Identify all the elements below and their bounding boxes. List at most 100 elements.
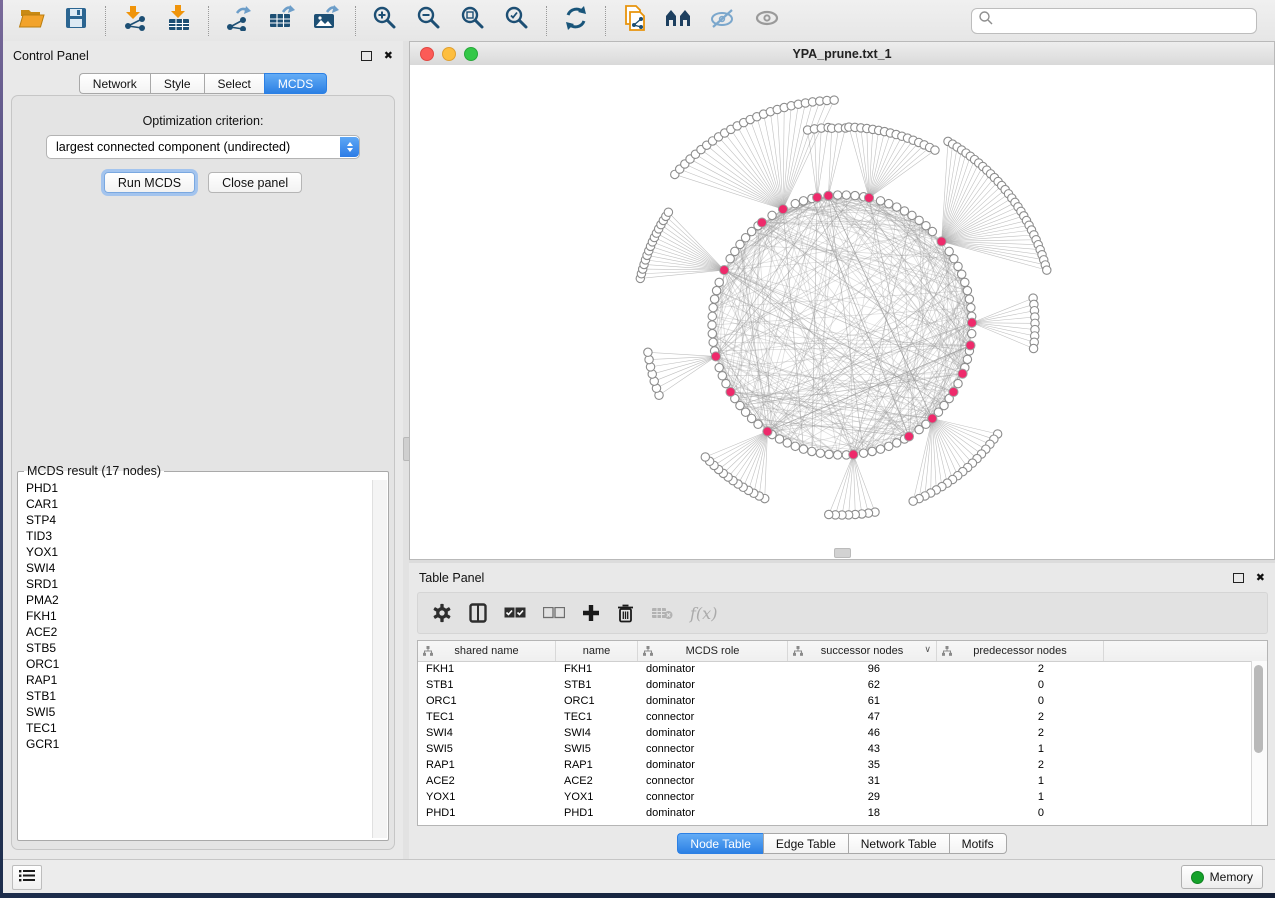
network-node[interactable] <box>708 312 716 320</box>
network-node[interactable] <box>957 270 965 278</box>
mcds-result-item[interactable]: TID3 <box>19 528 373 544</box>
network-node[interactable] <box>963 286 971 294</box>
network-node[interactable] <box>931 146 939 154</box>
network-node[interactable] <box>967 303 975 311</box>
mcds-result-item[interactable]: PMA2 <box>19 592 373 608</box>
network-node[interactable] <box>885 442 893 450</box>
column-header-MCDS-role[interactable]: MCDS role <box>638 641 788 661</box>
zoom-fit-button[interactable] <box>457 6 489 36</box>
network-node[interactable] <box>1029 344 1037 352</box>
mcds-result-item[interactable]: ACE2 <box>19 624 373 640</box>
table-tab-motifs[interactable]: Motifs <box>949 833 1007 854</box>
network-node[interactable] <box>876 445 884 453</box>
network-node[interactable] <box>842 191 850 199</box>
mcds-result-item[interactable]: RAP1 <box>19 672 373 688</box>
save-session-button[interactable] <box>60 6 92 36</box>
network-node[interactable] <box>961 278 969 286</box>
tab-mcds[interactable]: MCDS <box>264 73 327 94</box>
mcds-node[interactable] <box>949 387 958 396</box>
network-node[interactable] <box>712 286 720 294</box>
close-panel-icon[interactable]: ✖ <box>1256 573 1265 584</box>
table-row[interactable]: STB1STB1dominator620 <box>418 677 1252 693</box>
mcds-node[interactable] <box>864 193 873 202</box>
mcds-result-list[interactable]: PHD1CAR1STP4TID3YOX1SWI4SRD1PMA2FKH1ACE2… <box>19 480 373 838</box>
network-node[interactable] <box>885 199 893 207</box>
mcds-result-item[interactable]: FKH1 <box>19 608 373 624</box>
network-node[interactable] <box>715 278 723 286</box>
network-node[interactable] <box>928 227 936 235</box>
network-node[interactable] <box>900 207 908 215</box>
table-row[interactable]: ACE2ACE2connector311 <box>418 773 1252 789</box>
mcds-node[interactable] <box>813 193 822 202</box>
show-columns-icon[interactable] <box>469 603 487 623</box>
network-node[interactable] <box>1043 266 1051 274</box>
mcds-result-item[interactable]: STB1 <box>19 688 373 704</box>
float-panel-icon[interactable] <box>361 51 372 61</box>
task-history-button[interactable] <box>12 865 42 890</box>
mcds-result-item[interactable]: STB5 <box>19 640 373 656</box>
mcds-result-item[interactable]: CAR1 <box>19 496 373 512</box>
network-node[interactable] <box>708 329 716 337</box>
export-table-button[interactable] <box>266 6 298 36</box>
network-node[interactable] <box>825 510 833 518</box>
table-row[interactable]: PHD1PHD1dominator180 <box>418 805 1252 821</box>
search-input[interactable] <box>994 13 1250 29</box>
network-node[interactable] <box>808 447 816 455</box>
mcds-node[interactable] <box>928 414 937 423</box>
deselect-all-checkbox-icon[interactable] <box>543 607 565 619</box>
network-node[interactable] <box>709 338 717 346</box>
network-node[interactable] <box>825 450 833 458</box>
mcds-node[interactable] <box>967 318 976 327</box>
zoom-out-button[interactable] <box>413 6 445 36</box>
zoom-in-button[interactable] <box>369 6 401 36</box>
network-node[interactable] <box>715 363 723 371</box>
mcds-node[interactable] <box>763 427 772 436</box>
network-node[interactable] <box>791 199 799 207</box>
network-node[interactable] <box>768 211 776 219</box>
zoom-selected-button[interactable] <box>501 6 533 36</box>
add-row-icon[interactable] <box>582 604 600 622</box>
table-tab-node-table[interactable]: Node Table <box>677 833 763 854</box>
mcds-node[interactable] <box>711 352 720 361</box>
table-row[interactable]: SWI4SWI4dominator462 <box>418 725 1252 741</box>
network-node[interactable] <box>963 355 971 363</box>
network-node[interactable] <box>915 425 923 433</box>
network-node[interactable] <box>664 208 672 216</box>
network-node[interactable] <box>954 262 962 270</box>
table-tab-edge-table[interactable]: Edge Table <box>763 833 848 854</box>
show-all-button[interactable] <box>751 6 783 36</box>
network-titlebar[interactable]: YPA_prune.txt_1 <box>410 42 1274 66</box>
first-neighbors-button[interactable] <box>663 6 695 36</box>
tab-network[interactable]: Network <box>79 73 150 94</box>
mcds-node[interactable] <box>966 341 975 350</box>
delete-row-icon[interactable] <box>617 603 634 623</box>
tab-select[interactable]: Select <box>204 73 264 94</box>
criterion-dropdown[interactable]: largest connected component (undirected) <box>46 135 360 159</box>
float-panel-icon[interactable] <box>1233 573 1244 583</box>
network-node[interactable] <box>954 379 962 387</box>
network-node[interactable] <box>968 329 976 337</box>
import-table-button[interactable] <box>163 6 195 36</box>
table-row[interactable]: FKH1FKH1dominator962 <box>418 661 1252 677</box>
tab-style[interactable]: Style <box>150 73 204 94</box>
network-node[interactable] <box>833 191 841 199</box>
column-header-shared-name[interactable]: shared name <box>418 641 556 661</box>
mcds-node[interactable] <box>778 205 787 214</box>
network-node[interactable] <box>859 449 867 457</box>
network-node[interactable] <box>830 96 838 104</box>
close-panel-button[interactable]: Close panel <box>208 172 302 193</box>
column-header-successor-nodes[interactable]: successor nodes∨ <box>788 641 937 661</box>
table-row[interactable]: TEC1TEC1connector472 <box>418 709 1252 725</box>
mcds-node[interactable] <box>904 432 913 441</box>
table-scrollbar[interactable] <box>1251 661 1267 825</box>
network-node[interactable] <box>833 451 841 459</box>
table-row[interactable]: SWI5SWI5connector431 <box>418 741 1252 757</box>
table-row[interactable]: ORC1ORC1dominator610 <box>418 693 1252 709</box>
network-node[interactable] <box>708 321 716 329</box>
network-node[interactable] <box>893 203 901 211</box>
mcds-node[interactable] <box>757 218 766 227</box>
export-network-button[interactable] <box>222 6 254 36</box>
mcds-result-item[interactable]: ORC1 <box>19 656 373 672</box>
mcds-result-item[interactable]: GCR1 <box>19 736 373 752</box>
network-node[interactable] <box>710 295 718 303</box>
